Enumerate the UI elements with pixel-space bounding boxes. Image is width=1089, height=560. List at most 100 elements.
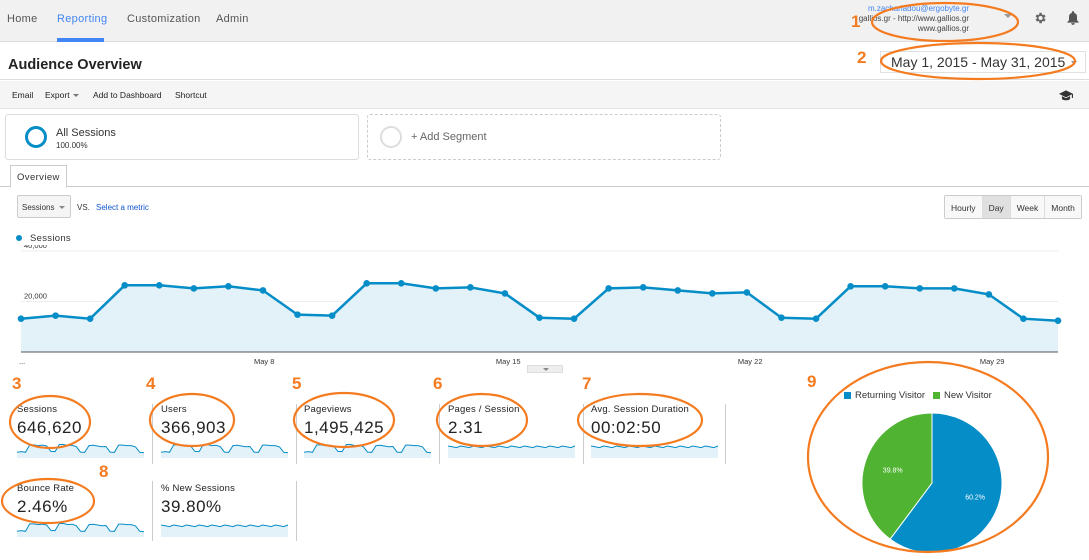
data-point — [985, 291, 993, 298]
shortcut-button[interactable]: Shortcut — [175, 90, 207, 100]
data-point — [743, 289, 751, 296]
metric-tile[interactable]: Avg. Session Duration 00:02:50 — [591, 404, 731, 466]
data-point — [155, 282, 163, 289]
add-segment-label: + Add Segment — [411, 131, 487, 143]
data-point — [570, 315, 578, 322]
account-selector[interactable]: m.zachariadou@ergobyte.gr gallios.gr - h… — [859, 4, 969, 34]
sessions-line-chart: 20,000 40,000... May 8 May 15 May 22 May 29 — [17, 245, 1062, 366]
tab-overview[interactable]: Overview — [10, 165, 67, 188]
export-button[interactable]: Export — [45, 90, 79, 100]
granularity-toggle: Hourly Day Week Month — [944, 195, 1082, 219]
report-tabs: Overview — [0, 164, 1089, 188]
metric-value: 2.46% — [17, 497, 68, 516]
tile-divider — [725, 404, 726, 464]
segment-placeholder-ring-icon — [380, 126, 402, 148]
data-point — [881, 283, 889, 290]
data-point — [225, 283, 232, 290]
metric-label: Pageviews — [304, 404, 352, 415]
data-point — [778, 314, 785, 321]
tab-home[interactable]: Home — [7, 13, 38, 25]
x-tick-label: May 22 — [738, 357, 763, 366]
chevron-down-icon — [72, 94, 79, 98]
metric-tile[interactable]: Pageviews 1,495,425 — [304, 404, 444, 466]
data-point — [294, 311, 301, 318]
page-title: Audience Overview — [8, 57, 142, 73]
legend-dot-icon — [16, 235, 22, 242]
annotation-number-2: 2 — [857, 48, 867, 67]
granularity-week[interactable]: Week — [1010, 196, 1046, 218]
data-point — [536, 314, 543, 321]
metric-sparkline — [448, 445, 576, 458]
y-tick-label: 20,000 — [24, 292, 47, 301]
vs-label: VS. — [77, 203, 90, 212]
chevron-down-icon — [1071, 61, 1078, 66]
data-point — [709, 290, 716, 297]
data-point — [501, 290, 509, 297]
data-point — [17, 315, 25, 322]
metric-tile[interactable]: Sessions 646,620 — [17, 404, 157, 466]
segment-label: All Sessions — [56, 127, 116, 139]
add-to-dashboard-button[interactable]: Add to Dashboard — [93, 90, 162, 100]
annotation-number-8: 8 — [99, 462, 109, 481]
gear-icon[interactable] — [1033, 11, 1047, 25]
graduation-cap-icon[interactable] — [1059, 89, 1073, 101]
account-dropdown-caret-icon[interactable] — [1004, 14, 1012, 18]
sparkline-area — [591, 446, 718, 458]
sparkline-area — [448, 446, 575, 458]
metric-tile[interactable]: Pages / Session 2.31 — [448, 404, 588, 466]
metric-label: Bounce Rate — [17, 483, 75, 494]
metric-label: Avg. Session Duration — [591, 404, 690, 415]
visitor-type-pie-chart: 60.2% 39.8% — [861, 412, 1003, 554]
data-point — [847, 283, 854, 290]
metric-sparkline — [17, 523, 145, 537]
add-segment-button[interactable]: + Add Segment — [367, 114, 721, 160]
data-point — [328, 312, 336, 319]
metric-label: Pages / Session — [448, 404, 520, 415]
sparkline-area — [17, 523, 144, 537]
x-tick-label: ... — [19, 357, 25, 366]
segment-all-sessions[interactable]: All Sessions 100.00% — [5, 114, 359, 160]
metric-tile[interactable]: Users 366,903 — [161, 404, 301, 466]
tile-divider — [152, 481, 153, 541]
granularity-day[interactable]: Day — [982, 196, 1011, 218]
select-metric-link[interactable]: Select a metric — [96, 203, 149, 212]
metric-tile[interactable]: % New Sessions 39.80% — [161, 483, 301, 545]
metric-sparkline — [304, 444, 432, 458]
tab-customization[interactable]: Customization — [127, 13, 201, 25]
tab-reporting[interactable]: Reporting — [57, 13, 107, 25]
sparkline-area — [161, 444, 288, 458]
data-point — [1054, 317, 1062, 324]
metric-value: 366,903 — [161, 418, 226, 437]
data-point — [639, 284, 647, 291]
annotation-number-4: 4 — [146, 374, 156, 393]
metric-value: 39.80% — [161, 497, 222, 516]
tab-admin[interactable]: Admin — [216, 13, 249, 25]
metric-value: 00:02:50 — [591, 418, 662, 437]
email-button[interactable]: Email — [12, 90, 33, 100]
metric-label: Sessions — [17, 404, 58, 415]
report-header: Audience Overview May 1, 2015 - May 31, … — [0, 42, 1089, 80]
data-point — [605, 285, 612, 292]
data-point — [432, 285, 440, 292]
date-range-picker[interactable]: May 1, 2015 - May 31, 2015 — [880, 51, 1087, 73]
export-label: Export — [45, 90, 70, 100]
metric-selector[interactable]: Sessions — [17, 195, 71, 218]
data-point — [674, 287, 682, 294]
annotation-number-7: 7 — [582, 374, 592, 393]
data-point — [52, 312, 59, 319]
sparkline-area — [161, 525, 288, 537]
granularity-month[interactable]: Month — [1045, 196, 1081, 218]
data-point — [916, 285, 924, 292]
chevron-down-icon — [59, 206, 65, 209]
tile-divider — [152, 404, 153, 464]
tile-divider — [439, 404, 440, 464]
data-point — [363, 280, 370, 287]
data-point — [467, 284, 474, 291]
collapse-chart-handle[interactable] — [527, 365, 563, 373]
y-tick-label: 40,000 — [24, 245, 47, 250]
metric-tile[interactable]: Bounce Rate 2.46% — [17, 483, 157, 545]
bell-icon[interactable] — [1066, 10, 1080, 26]
granularity-hourly[interactable]: Hourly — [945, 196, 983, 218]
segment-ring-icon — [25, 126, 47, 148]
segment-percentage: 100.00% — [56, 141, 88, 150]
